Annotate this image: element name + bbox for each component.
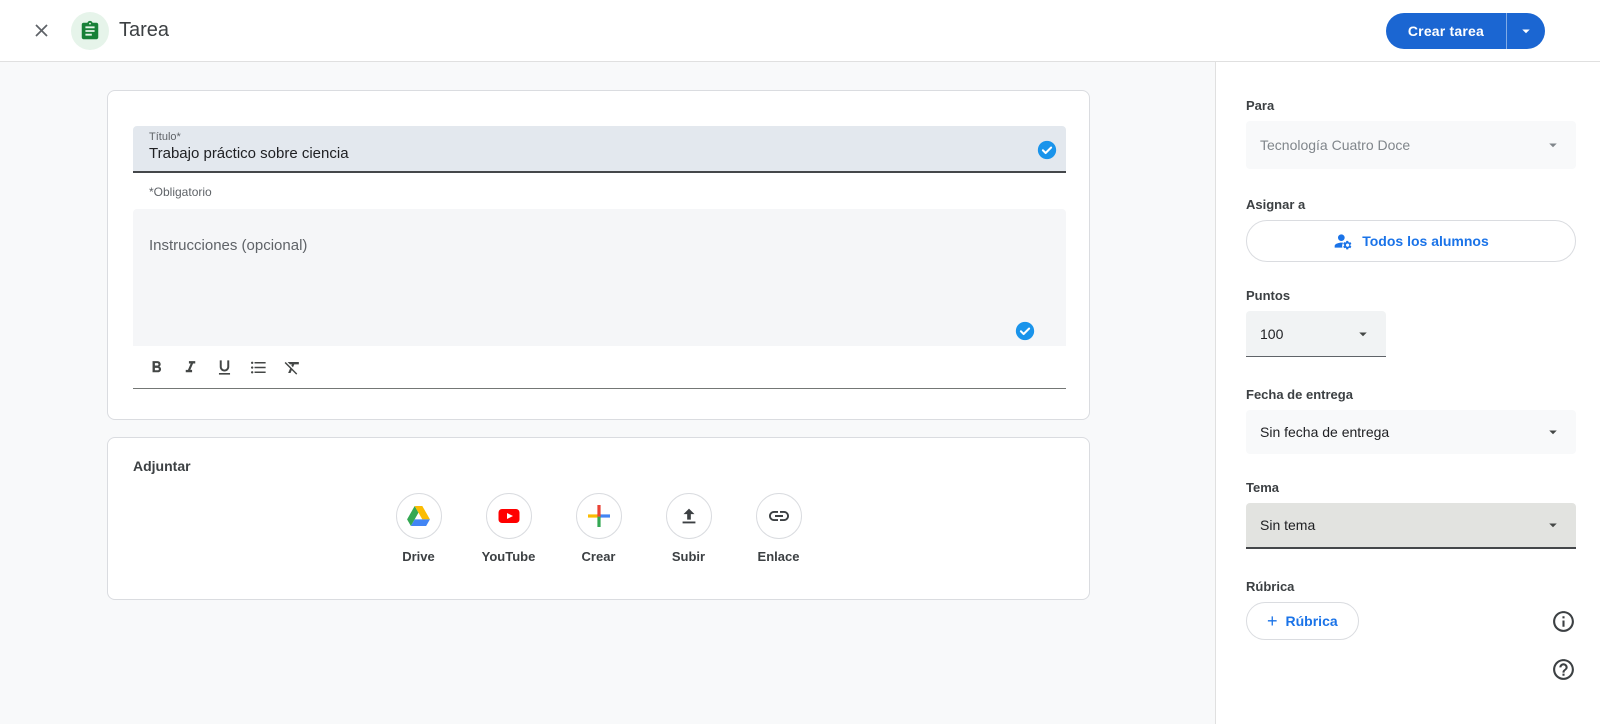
bulleted-list-icon — [250, 361, 266, 374]
create-icon — [575, 493, 622, 539]
help-row — [1246, 656, 1576, 682]
attach-drive-button[interactable]: Drive — [387, 493, 451, 564]
bold-icon — [152, 361, 161, 373]
bulleted-list-button[interactable] — [243, 353, 273, 383]
underline-button[interactable] — [209, 353, 239, 383]
class-select-value: Tecnología Cuatro Doce — [1260, 137, 1411, 153]
topic-select-value: Sin tema — [1260, 517, 1316, 533]
close-button[interactable] — [25, 15, 57, 47]
para-label: Para — [1246, 98, 1275, 113]
create-task-button[interactable]: Crear tarea — [1386, 13, 1506, 49]
create-task-menu-button[interactable] — [1507, 13, 1545, 49]
youtube-icon — [485, 493, 532, 539]
attach-upload-button[interactable]: Subir — [657, 493, 721, 564]
bold-button[interactable] — [141, 353, 171, 383]
assignment-icon — [81, 20, 99, 39]
add-rubric-button-label: Rúbrica — [1285, 613, 1338, 629]
instructions-field[interactable]: Instrucciones (opcional) — [133, 209, 1066, 389]
dropdown-arrow-icon — [1549, 523, 1557, 528]
plus-icon: + — [1267, 611, 1278, 631]
title-field-value[interactable]: Trabajo práctico sobre ciencia — [149, 145, 1050, 162]
main-area: Título* Trabajo práctico sobre ciencia *… — [0, 62, 1215, 724]
attach-youtube-button[interactable]: YouTube — [477, 493, 541, 564]
topic-select[interactable]: Sin tema — [1246, 503, 1576, 549]
clear-formatting-icon — [284, 361, 299, 375]
rubric-label: Rúbrica — [1246, 579, 1295, 594]
format-toolbar — [133, 346, 1066, 388]
title-field[interactable]: Título* Trabajo práctico sobre ciencia — [133, 126, 1066, 173]
editor-card: Título* Trabajo práctico sobre ciencia *… — [107, 90, 1090, 420]
underline-icon — [218, 360, 230, 375]
due-date-label: Fecha de entrega — [1246, 387, 1353, 402]
rubric-row: + Rúbrica — [1246, 602, 1576, 640]
upload-icon — [665, 493, 712, 539]
settings-sidebar: Para Tecnología Cuatro Doce Asignar a To… — [1215, 62, 1600, 724]
points-label: Puntos — [1246, 288, 1291, 303]
link-icon — [755, 493, 802, 539]
dropdown-arrow-icon — [1359, 332, 1367, 336]
points-select[interactable]: 100 — [1246, 311, 1386, 357]
drive-icon — [395, 493, 442, 539]
title-field-label: Título* — [149, 131, 181, 143]
manage-accounts-icon — [1334, 234, 1352, 250]
points-select-value: 100 — [1260, 325, 1284, 342]
help-button[interactable] — [1550, 656, 1576, 682]
page-title: Tarea — [119, 19, 170, 41]
help-icon — [1552, 658, 1574, 680]
due-date-select[interactable]: Sin fecha de entrega — [1246, 410, 1576, 454]
topic-label: Tema — [1246, 480, 1279, 495]
dropdown-arrow-icon — [1522, 29, 1530, 33]
clear-formatting-button[interactable] — [277, 353, 307, 383]
assign-to-button[interactable]: Todos los alumnos — [1246, 220, 1576, 262]
info-button[interactable] — [1550, 608, 1576, 634]
add-rubric-button[interactable]: + Rúbrica — [1246, 602, 1359, 640]
assign-to-button-label: Todos los alumnos — [1362, 233, 1489, 249]
italic-icon — [185, 361, 195, 373]
check-circle-icon — [1015, 321, 1035, 341]
info-icon — [1552, 610, 1574, 632]
check-circle-icon — [1037, 140, 1057, 160]
close-icon — [34, 24, 48, 37]
required-note: *Obligatorio — [149, 185, 212, 199]
attachments-section-label: Adjuntar — [133, 458, 191, 474]
attachment-options-row: Drive YouTube Crear Subir Enlace — [108, 493, 1089, 564]
attachments-card: Adjuntar Drive YouTube Crear Subir Enlac… — [107, 437, 1090, 600]
italic-button[interactable] — [175, 353, 205, 383]
attach-create-button[interactable]: Crear — [567, 493, 631, 564]
dropdown-arrow-icon — [1549, 430, 1557, 435]
class-select[interactable]: Tecnología Cuatro Doce — [1246, 121, 1576, 169]
create-task-split-button: Crear tarea — [1385, 12, 1545, 49]
assignment-badge — [71, 11, 109, 50]
assign-label: Asignar a — [1246, 197, 1306, 212]
instructions-placeholder[interactable]: Instrucciones (opcional) — [133, 209, 1066, 346]
dropdown-arrow-icon — [1549, 143, 1557, 148]
due-date-select-value: Sin fecha de entrega — [1260, 424, 1390, 440]
header: Tarea Crear tarea — [0, 0, 1600, 62]
attach-link-button[interactable]: Enlace — [747, 493, 811, 564]
